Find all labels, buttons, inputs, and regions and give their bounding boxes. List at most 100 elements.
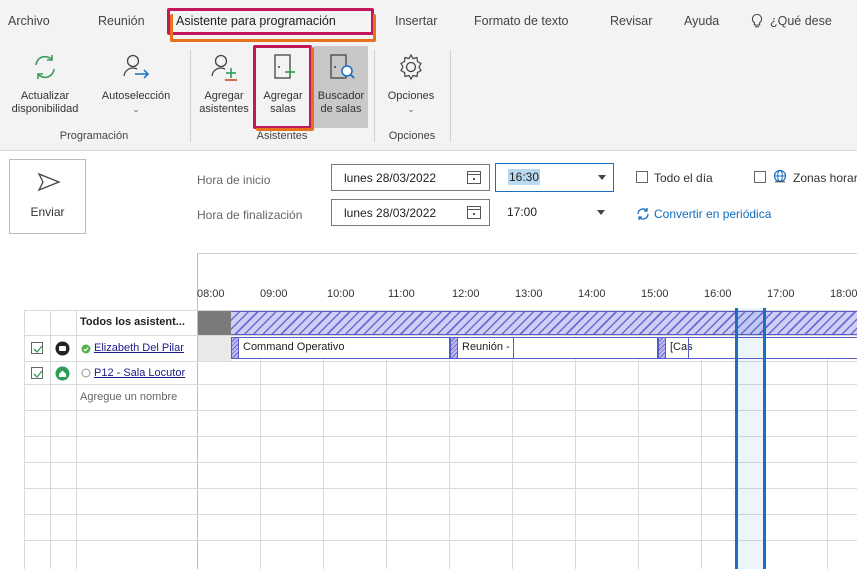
end-date-field[interactable]: lunes 28/03/2022: [331, 199, 490, 226]
start-date-value: lunes 28/03/2022: [344, 171, 437, 185]
attendee-checkbox[interactable]: [31, 367, 43, 379]
calendar-icon[interactable]: [467, 206, 481, 219]
send-label: Enviar: [30, 205, 65, 219]
group-separator: [450, 50, 451, 142]
group-label-opciones: Opciones: [388, 130, 436, 142]
chevron-down-icon[interactable]: [598, 175, 606, 180]
start-time-value: 16:30: [508, 169, 541, 185]
all-attendees-free-block: [198, 311, 231, 335]
selected-time-slot[interactable]: [735, 308, 766, 569]
group-separator: [190, 50, 191, 142]
row-divider: [24, 335, 857, 336]
attendee-name[interactable]: P12 - Sala Locutor: [94, 367, 192, 379]
row-divider: [24, 361, 857, 362]
hour-label: 09:00: [260, 288, 288, 300]
presence-unknown-icon: [81, 368, 91, 381]
hour-gridline: [386, 336, 387, 569]
autoselect-button[interactable]: Autoselección ⌄: [94, 52, 178, 116]
start-time-field[interactable]: 16:30: [495, 163, 614, 192]
column-divider: [76, 310, 77, 569]
add-attendees-line2: asistentes: [199, 103, 249, 115]
all-day-label: Todo el día: [654, 171, 713, 185]
start-date-field[interactable]: lunes 28/03/2022: [331, 164, 490, 191]
gear-icon: [380, 52, 442, 86]
hour-gridline: [449, 336, 450, 569]
hour-label: 13:00: [515, 288, 543, 300]
refresh-availability-button[interactable]: Actualizar disponibilidad: [0, 52, 90, 116]
hour-gridline: [827, 336, 828, 569]
hour-label: 15:00: [641, 288, 669, 300]
hour-label: 11:00: [388, 288, 415, 300]
hour-label: 12:00: [452, 288, 480, 300]
calendar-icon[interactable]: [467, 171, 481, 184]
busy-stripe: [659, 338, 666, 358]
room-finder-line2: de salas: [320, 103, 362, 115]
tab-reunion[interactable]: Reunión: [98, 14, 145, 28]
tell-me-search[interactable]: ¿Qué dese: [770, 14, 832, 28]
busy-block-label: Command Operativo: [243, 341, 345, 353]
send-button[interactable]: Enviar: [9, 159, 86, 234]
hour-label: 14:00: [578, 288, 606, 300]
free-block: [198, 336, 231, 361]
options-button[interactable]: Opciones ⌄: [380, 52, 442, 116]
chevron-down-icon[interactable]: [597, 210, 605, 215]
tab-ayuda[interactable]: Ayuda: [684, 14, 719, 28]
hour-gridline: [512, 336, 513, 569]
column-divider: [24, 310, 25, 569]
refresh-label-line1: Actualizar: [20, 90, 70, 102]
recurrence-icon[interactable]: [636, 207, 650, 224]
add-attendees-button[interactable]: Agregar asistentes: [196, 52, 252, 116]
busy-block[interactable]: Command Operativo: [231, 337, 450, 359]
timeline-left-border: [197, 253, 198, 569]
add-rooms-line1: Agregar: [263, 90, 303, 102]
add-attendees-line1: Agregar: [204, 90, 244, 102]
timeline-top-border: [197, 253, 857, 254]
menu-bar: Archivo Reunión Asistente para programac…: [0, 0, 857, 44]
tab-archivo[interactable]: Archivo: [8, 14, 50, 28]
make-recurring-link[interactable]: Convertir en periódica: [654, 207, 771, 221]
row-divider: [24, 410, 857, 411]
end-time-label: Hora de finalización: [197, 208, 303, 222]
room-finder-button[interactable]: Buscador de salas: [314, 46, 368, 128]
hour-gridline: [260, 336, 261, 569]
attendee-name[interactable]: Elizabeth Del Pilar: [94, 342, 192, 354]
room-icon: [55, 366, 70, 384]
tab-formato-texto[interactable]: Formato de texto: [474, 14, 569, 28]
person-arrow-icon: [94, 52, 178, 86]
autoselect-label: Autoselección: [101, 90, 171, 102]
send-icon: [37, 172, 61, 195]
refresh-icon: [0, 52, 90, 86]
end-date-value: lunes 28/03/2022: [344, 206, 437, 220]
hour-label: 10:00: [327, 288, 355, 300]
all-day-checkbox[interactable]: [636, 171, 648, 183]
row-divider: [24, 384, 857, 385]
row-divider: [24, 540, 857, 541]
chevron-down-icon: ⌄: [407, 104, 415, 114]
hour-label: 17:00: [767, 288, 795, 300]
end-time-value: 17:00: [507, 205, 538, 219]
tab-asistente-programacion[interactable]: Asistente para programación: [176, 14, 336, 28]
room-finder-line1: Buscador: [317, 90, 365, 102]
chevron-down-icon: ⌄: [132, 104, 140, 114]
presence-available-icon: [81, 344, 91, 357]
attendee-checkbox[interactable]: [31, 342, 43, 354]
time-zones-checkbox[interactable]: [754, 171, 766, 183]
hour-gridline: [701, 336, 702, 569]
lightbulb-icon[interactable]: [750, 13, 764, 32]
tab-insertar[interactable]: Insertar: [395, 14, 437, 28]
add-rooms-button[interactable]: Agregar salas: [258, 52, 308, 116]
column-divider: [50, 310, 51, 569]
add-attendee-input[interactable]: Agregue un nombre: [80, 391, 192, 403]
add-rooms-line2: salas: [270, 103, 296, 115]
hour-gridline: [575, 336, 576, 569]
hour-label: 16:00: [704, 288, 732, 300]
start-time-label: Hora de inicio: [197, 173, 271, 187]
group-label-programacion: Programación: [59, 130, 129, 142]
row-divider: [24, 514, 857, 515]
room-search-icon: [314, 52, 368, 86]
options-label: Opciones: [387, 90, 435, 102]
tab-revisar[interactable]: Revisar: [610, 14, 652, 28]
all-attendees-label: Todos los asistent...: [80, 316, 185, 328]
row-divider: [24, 488, 857, 489]
end-time-field[interactable]: 17:00: [495, 199, 614, 226]
